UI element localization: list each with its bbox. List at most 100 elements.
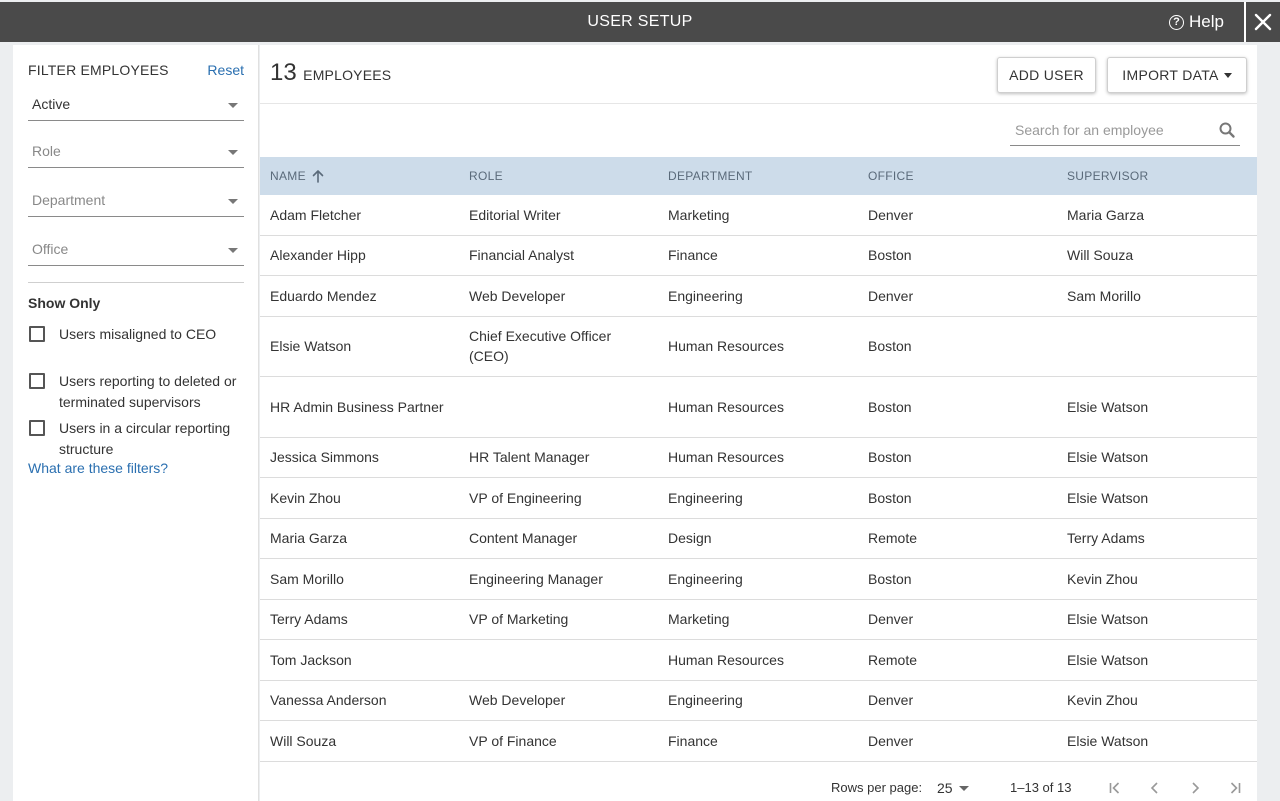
table-row[interactable]: Will Souza VP of Finance Finance Denver Elsi…	[260, 721, 1257, 762]
cell-department: Human Resources	[668, 338, 784, 355]
chevron-right-icon	[1192, 782, 1200, 794]
title-bar: USER SETUP ? Help	[0, 2, 1280, 42]
cell-name: Adam Fletcher	[270, 206, 362, 223]
add-user-button[interactable]: ADD USER	[997, 57, 1096, 93]
table-row[interactable]: Elsie Watson Chief Executive Officer (CEO…	[260, 317, 1257, 377]
cell-role	[469, 377, 649, 437]
cell-department: Human Resources	[668, 398, 784, 415]
employee-panel: 13 EMPLOYEES ADD USER IMPORT DATA NAME R…	[260, 45, 1257, 801]
cell-name: Sam Morillo	[270, 570, 344, 587]
chevron-down-icon	[228, 248, 238, 253]
cell-office: Denver	[868, 692, 914, 709]
cell-department: Finance	[668, 732, 718, 749]
cell-role: VP of Finance	[469, 732, 557, 749]
column-header-label: ROLE	[469, 169, 503, 183]
cell-name: Maria Garza	[270, 530, 348, 547]
cell-department: Engineering	[668, 287, 743, 304]
column-header-office[interactable]: OFFICE	[868, 157, 914, 195]
cell-name: Tom Jackson	[270, 651, 352, 668]
cell-role: Chief Executive Officer (CEO)	[469, 328, 612, 365]
cell-role: Engineering Manager	[469, 570, 603, 587]
column-header-label: SUPERVISOR	[1067, 169, 1149, 183]
cell-department: Human Resources	[668, 651, 784, 668]
employee-count-number: 13	[270, 59, 297, 86]
table-row[interactable]: Vanessa Anderson Web Developer Engineering…	[260, 681, 1257, 721]
office-select[interactable]: Office	[28, 234, 244, 266]
table-row[interactable]: Kevin Zhou VP of Engineering Engineering Bo…	[260, 478, 1257, 519]
cell-office: Denver	[868, 732, 914, 749]
table-row[interactable]: Sam Morillo Engineering Manager Engineerin…	[260, 559, 1257, 600]
cell-role	[469, 640, 649, 680]
department-select-placeholder: Department	[32, 192, 106, 208]
last-page-icon	[1230, 782, 1241, 794]
cell-name: Kevin Zhou	[270, 489, 341, 506]
column-header-name[interactable]: NAME	[270, 157, 324, 195]
cell-role: Financial Analyst	[469, 247, 575, 264]
rows-per-page-select[interactable]: 25	[937, 780, 969, 796]
search-input[interactable]	[1010, 119, 1210, 141]
department-select[interactable]: Department	[28, 185, 244, 217]
chevron-left-icon	[1150, 782, 1158, 794]
column-header-role[interactable]: ROLE	[469, 157, 503, 195]
cell-office: Boston	[868, 247, 912, 264]
table-row[interactable]: HR Admin Business Partner Human Resources…	[260, 377, 1257, 438]
next-page-button[interactable]	[1183, 776, 1207, 800]
previous-page-button[interactable]	[1143, 776, 1167, 800]
search-icon[interactable]	[1218, 121, 1236, 139]
cell-office: Denver	[868, 206, 914, 223]
cell-office: Boston	[868, 449, 912, 466]
close-icon	[1254, 13, 1272, 31]
employee-count-label: EMPLOYEES	[303, 67, 392, 83]
checkbox-circular-reporting[interactable]	[29, 420, 45, 436]
first-page-button[interactable]	[1103, 776, 1127, 800]
table-row[interactable]: Tom Jackson Human Resources Remote Elsie Wa…	[260, 640, 1257, 681]
rows-per-page-label: Rows per page:	[831, 780, 923, 795]
help-button[interactable]: ? Help	[1169, 2, 1224, 42]
table-row[interactable]: Jessica Simmons HR Talent Manager Human Re…	[260, 438, 1257, 478]
chevron-down-icon	[228, 150, 238, 155]
cell-name: Jessica Simmons	[270, 449, 379, 466]
chevron-down-icon	[228, 199, 238, 204]
cell-office: Boston	[868, 489, 912, 506]
checkbox-deleted-supervisors[interactable]	[29, 373, 45, 389]
status-select-value: Active	[32, 96, 71, 112]
last-page-button[interactable]	[1223, 776, 1247, 800]
table-row[interactable]: Terry Adams VP of Marketing Marketing Denve…	[260, 600, 1257, 640]
status-select[interactable]: Active	[28, 89, 244, 121]
what-are-these-filters-link[interactable]: What are these filters?	[28, 460, 168, 476]
table-row[interactable]: Adam Fletcher Editorial Writer Marketing De…	[260, 195, 1257, 236]
reset-link[interactable]: Reset	[207, 62, 244, 78]
employee-search	[1010, 115, 1240, 146]
column-header-label: NAME	[270, 169, 306, 183]
help-label: Help	[1189, 12, 1224, 31]
rows-per-page-value: 25	[937, 780, 953, 796]
role-select[interactable]: Role	[28, 136, 244, 168]
cell-office: Remote	[868, 530, 918, 547]
cell-name: HR Admin Business Partner	[270, 398, 444, 415]
cell-supervisor	[1067, 317, 1247, 377]
table-row[interactable]: Alexander Hipp Financial Analyst Finance Bo…	[260, 236, 1257, 276]
cell-supervisor: Elsie Watson	[1067, 449, 1149, 466]
import-data-button[interactable]: IMPORT DATA	[1107, 57, 1247, 93]
column-header-supervisor[interactable]: SUPERVISOR	[1067, 157, 1148, 195]
cell-supervisor: Terry Adams	[1067, 530, 1145, 547]
column-header-department[interactable]: DEPARTMENT	[668, 157, 753, 195]
chevron-down-icon	[958, 785, 969, 791]
cell-name: Will Souza	[270, 732, 337, 749]
checkbox-misaligned-ceo[interactable]	[29, 326, 45, 342]
chevron-down-icon	[228, 103, 238, 108]
cell-office: Boston	[868, 398, 912, 415]
cell-office: Denver	[868, 611, 914, 628]
show-only-heading: Show Only	[28, 295, 101, 311]
close-button[interactable]	[1244, 2, 1280, 42]
cell-role: Web Developer	[469, 287, 566, 304]
cell-office: Boston	[868, 570, 912, 587]
pagination: Rows per page: 25 1–13 of 13	[260, 761, 1257, 801]
cell-office: Boston	[868, 338, 912, 355]
cell-name: Elsie Watson	[270, 338, 352, 355]
office-select-placeholder: Office	[32, 241, 69, 257]
header-divider	[260, 103, 1257, 104]
cell-role: Content Manager	[469, 530, 578, 547]
table-row[interactable]: Maria Garza Content Manager Design Remote Te…	[260, 519, 1257, 559]
table-row[interactable]: Eduardo Mendez Web Developer Engineering De…	[260, 276, 1257, 317]
